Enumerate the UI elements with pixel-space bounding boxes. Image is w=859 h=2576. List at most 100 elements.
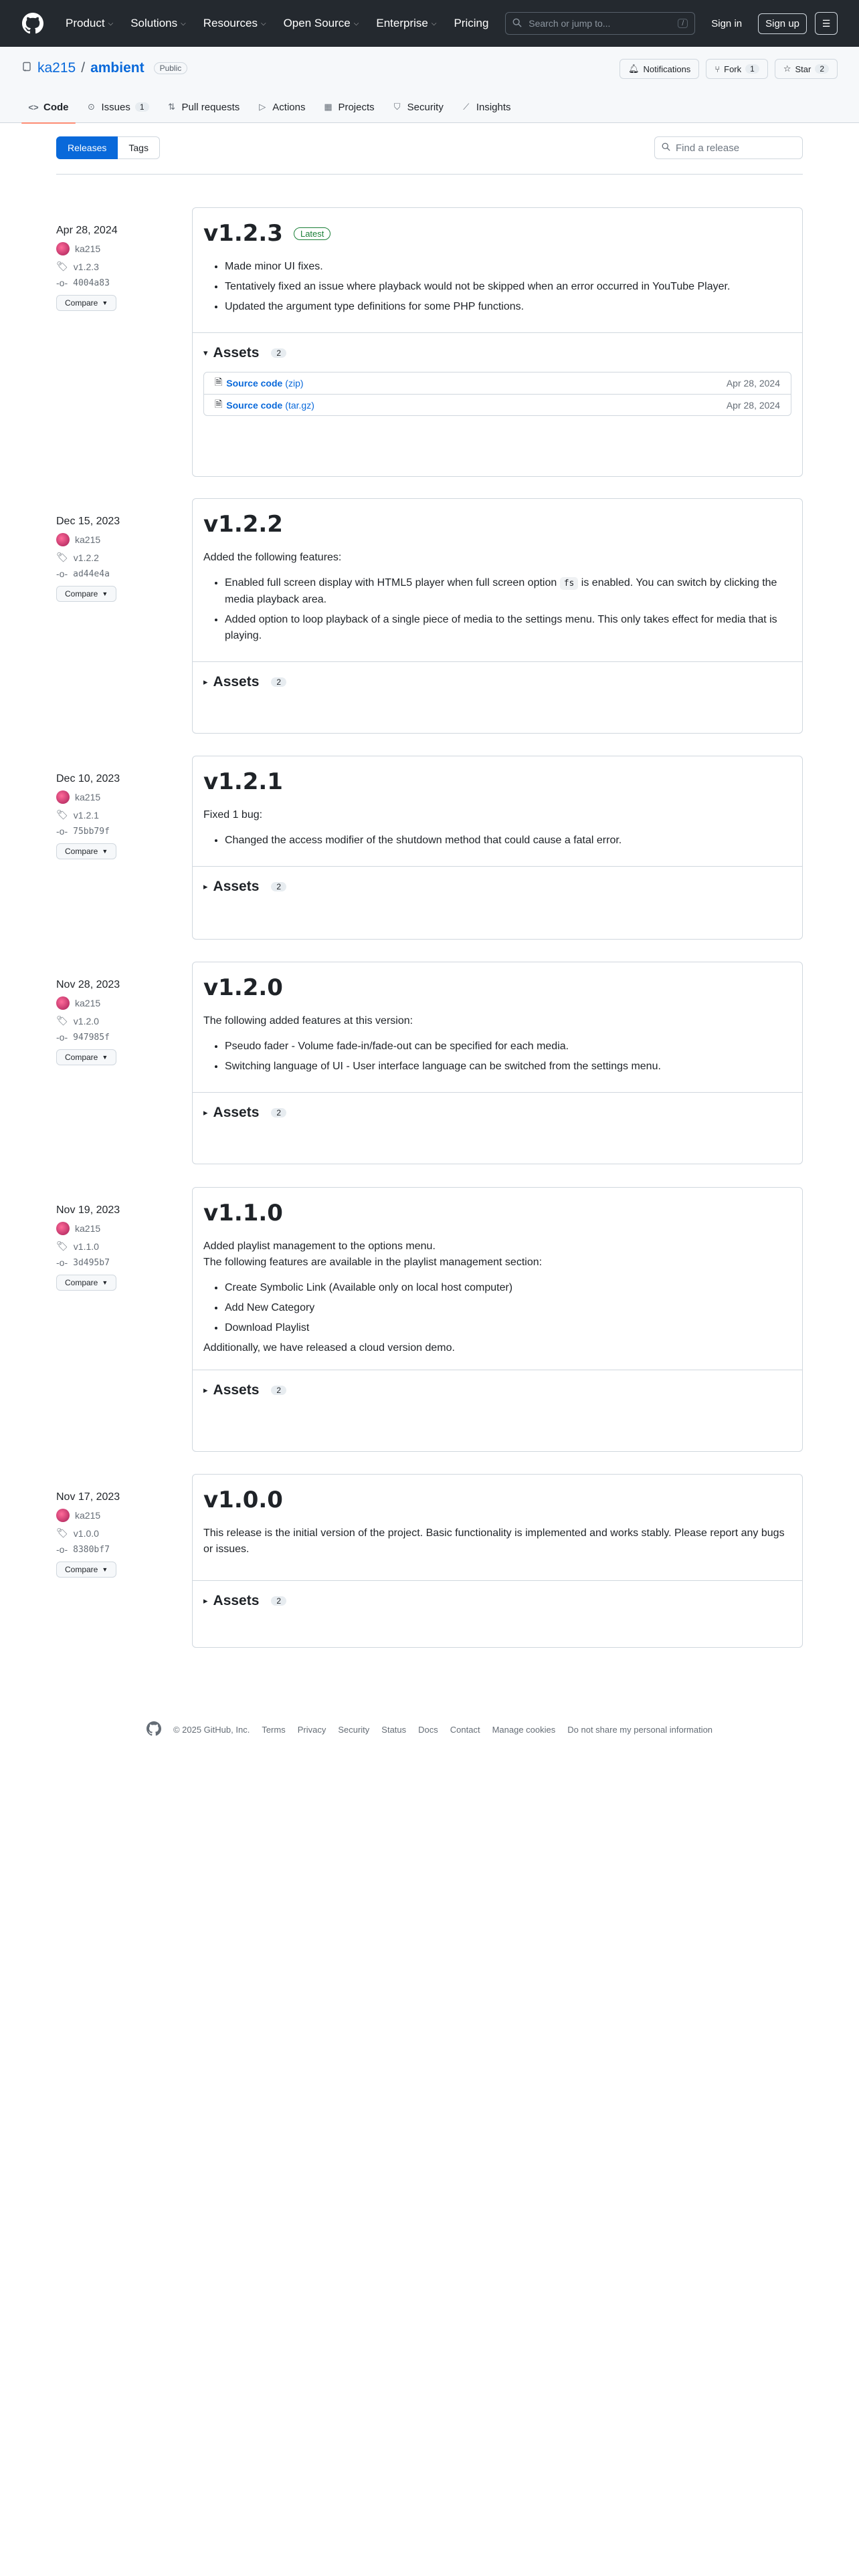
assets-count: 2 (271, 1386, 287, 1395)
asset-row[interactable]: 🗎 Source code (zip) Apr 28, 2024 (204, 372, 791, 394)
nav-solutions[interactable]: Solutions ⌵ (124, 13, 193, 34)
repo-name-link[interactable]: ambient (90, 60, 145, 76)
compare-button[interactable]: Compare ▼ (56, 586, 117, 602)
release-commit[interactable]: -o- 947985f (56, 1032, 183, 1043)
release-author[interactable]: ka215 (56, 533, 183, 546)
footer-link-do-not-share[interactable]: Do not share my personal information (567, 1725, 712, 1735)
footer-copyright: © 2025 GitHub, Inc. (173, 1725, 250, 1735)
release-entry: Dec 10, 2023 ka215 🏷︎ v1.2.1 -o- 75bb79f Compa… (56, 756, 803, 940)
nav-resources[interactable]: Resources ⌵ (197, 13, 273, 34)
release-title[interactable]: v1.1.0 (203, 1200, 283, 1226)
star-button[interactable]: ☆ Star 2 (774, 59, 838, 79)
release-title[interactable]: v1.2.0 (203, 974, 283, 1001)
assets-toggle[interactable]: ▸ Assets 2 (203, 1382, 791, 1398)
release-card: v1.2.0 The following added features at th… (192, 962, 803, 1164)
release-tag[interactable]: 🏷︎ v1.2.3 (56, 261, 183, 272)
release-tag[interactable]: 🏷︎ v1.1.0 (56, 1241, 183, 1252)
compare-button[interactable]: Compare ▼ (56, 295, 117, 311)
release-note-item: Add New Category (225, 1300, 791, 1316)
sign-up-button[interactable]: Sign up (758, 13, 807, 34)
release-commit[interactable]: -o- 4004a83 (56, 278, 183, 288)
note-text: Enabled full screen display with HTML5 p… (225, 577, 777, 605)
repo-icon (21, 60, 32, 76)
compare-button[interactable]: Compare ▼ (56, 1049, 117, 1065)
menu-icon[interactable]: ☰ (815, 12, 838, 35)
release-entry: Dec 15, 2023 ka215 🏷︎ v1.2.2 -o-ad44e4a Compa… (56, 498, 803, 734)
footer-link-security[interactable]: Security (338, 1725, 369, 1735)
footer-github-icon (146, 1721, 161, 1738)
release-tag[interactable]: 🏷︎ v1.2.2 (56, 552, 183, 563)
footer-link-status[interactable]: Status (381, 1725, 406, 1735)
search-input[interactable]: Search or jump to... / (505, 12, 696, 35)
assets-toggle[interactable]: ▸ Assets 2 (203, 1105, 791, 1121)
release-title-row: v1.2.0 (203, 974, 791, 1001)
release-author[interactable]: ka215 (56, 1509, 183, 1522)
assets-toggle[interactable]: ▸ Assets 2 (203, 674, 791, 690)
release-commit[interactable]: -o- 8380bf7 (56, 1544, 183, 1555)
release-author[interactable]: ka215 (56, 242, 183, 255)
nav-enterprise[interactable]: Enterprise ⌵ (369, 13, 443, 34)
repo-owner-link[interactable]: ka215 (37, 60, 76, 76)
assets-section: ▸ Assets 2 (193, 1092, 802, 1134)
release-author[interactable]: ka215 (56, 790, 183, 804)
release-note-item: Made minor UI fixes. (225, 259, 791, 275)
asset-name-link[interactable]: Source code (226, 378, 282, 389)
releases-tab-button[interactable]: Releases (56, 136, 118, 159)
nav-pricing[interactable]: Pricing (447, 13, 495, 34)
chevron-down-icon: ⌵ (260, 19, 266, 27)
asset-row[interactable]: 🗎 Source code (tar.gz) Apr 28, 2024 (204, 394, 791, 415)
global-header: Product ⌵ Solutions ⌵ Resources ⌵ Open Sour… (0, 0, 859, 47)
nav-open-source[interactable]: Open Source ⌵ (277, 13, 366, 34)
release-author[interactable]: ka215 (56, 1222, 183, 1235)
assets-toggle[interactable]: ▾ Assets 2 (203, 345, 791, 361)
tab-pull-requests[interactable]: ⇅ Pull requests (160, 91, 247, 123)
release-commit[interactable]: -o-ad44e4a (56, 568, 183, 579)
tags-tab-button[interactable]: Tags (118, 136, 160, 159)
assets-toggle[interactable]: ▸ Assets 2 (203, 1593, 791, 1609)
assets-toggle[interactable]: ▸ Assets 2 (203, 879, 791, 895)
notifications-button[interactable]: 🔔︎ Notifications (619, 59, 700, 79)
release-author[interactable]: ka215 (56, 996, 183, 1010)
release-title[interactable]: v1.2.1 (203, 768, 283, 795)
asset-name-link[interactable]: Source code (226, 400, 282, 411)
asset-list: 🗎 Source code (zip) Apr 28, 2024 🗎 Source cod… (203, 372, 791, 416)
release-title-row: v1.1.0 (203, 1200, 791, 1226)
tab-projects[interactable]: ▦ Projects (316, 91, 381, 123)
release-tag[interactable]: 🏷︎ v1.2.1 (56, 809, 183, 821)
tab-actions[interactable]: ▷ Actions (250, 91, 312, 123)
search-shortcut-key: / (678, 19, 688, 28)
release-date: Apr 28, 2024 (56, 225, 118, 236)
compare-button[interactable]: Compare ▼ (56, 1562, 117, 1578)
footer-link-manage-cookies[interactable]: Manage cookies (492, 1725, 556, 1735)
footer-link-privacy[interactable]: Privacy (298, 1725, 326, 1735)
footer-link-docs[interactable]: Docs (418, 1725, 438, 1735)
release-commit[interactable]: -o- 75bb79f (56, 826, 183, 837)
footer-link-contact[interactable]: Contact (450, 1725, 480, 1735)
github-logo-icon[interactable] (21, 12, 44, 35)
release-card: v1.2.3 Latest Made minor UI fixes. Tentativ… (192, 207, 803, 477)
tab-insights[interactable]: ⟋ Insights (454, 91, 518, 123)
release-title[interactable]: v1.2.3 (203, 220, 283, 247)
fork-button[interactable]: ⑂ Fork 1 (706, 59, 768, 79)
play-icon: ▷ (259, 102, 266, 112)
release-tag[interactable]: 🏷︎ v1.2.0 (56, 1015, 183, 1027)
tab-security[interactable]: ⛉ Security (385, 91, 450, 123)
release-commit[interactable]: -o- 3d495b7 (56, 1257, 183, 1268)
release-footnote: Additionally, we have released a cloud v… (203, 1342, 455, 1354)
release-title[interactable]: v1.0.0 (203, 1487, 283, 1513)
find-release-input[interactable]: Find a release (654, 136, 803, 159)
release-tag[interactable]: 🏷︎ v1.0.0 (56, 1527, 183, 1539)
sign-in-link[interactable]: Sign in (711, 18, 742, 29)
triangle-down-icon: ▼ (102, 591, 108, 597)
chevron-down-icon: ⌵ (181, 19, 186, 27)
commit-icon: -o- (56, 1032, 68, 1043)
compare-button[interactable]: Compare ▼ (56, 843, 117, 859)
tag-icon: 🏷︎ (56, 261, 68, 272)
tab-issues[interactable]: ⊙ Issues 1 (80, 91, 156, 123)
compare-button[interactable]: Compare ▼ (56, 1275, 117, 1291)
nav-product[interactable]: Product ⌵ (59, 13, 120, 34)
repo-header: ka215 / ambient Public 🔔︎ Notifications … (0, 47, 859, 124)
tab-code[interactable]: <> Code (21, 91, 76, 124)
footer-link-terms[interactable]: Terms (262, 1725, 285, 1735)
release-title[interactable]: v1.2.2 (203, 511, 283, 538)
